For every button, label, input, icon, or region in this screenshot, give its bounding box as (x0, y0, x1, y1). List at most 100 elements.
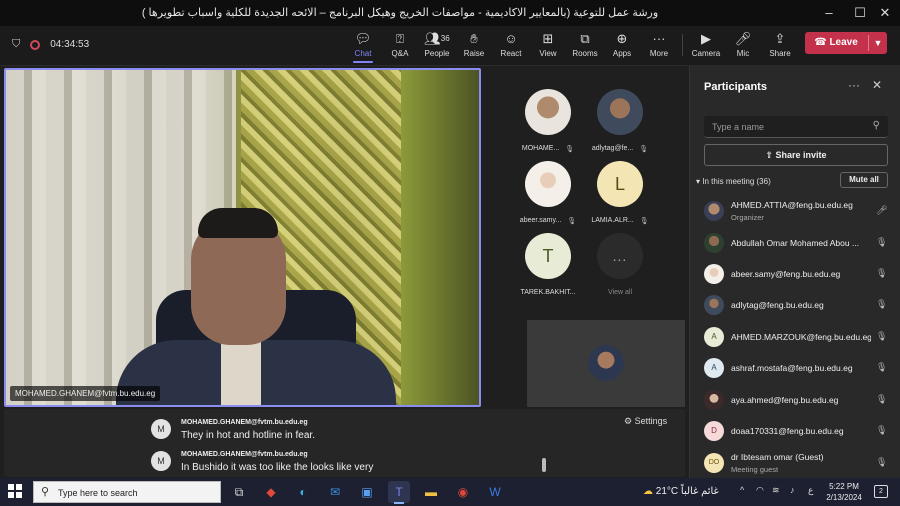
avatar (597, 89, 643, 135)
volume-icon[interactable]: ♪ (790, 485, 795, 495)
scrollbar[interactable] (542, 458, 546, 472)
chat-button[interactable]: 💬︎ Chat (345, 29, 381, 63)
avatar (525, 161, 571, 207)
participants-panel: Participants ··· ✕ ⚲ ⇪ Share invite ▾ In… (689, 66, 900, 478)
participant-row[interactable]: A AHMED.MARZOUK@feng.bu.edu.eg 🎙︎ (704, 323, 894, 351)
participant-row[interactable]: Abdullah Omar Mohamed Abou ... 🎙︎ (704, 229, 894, 257)
more-icon: ··· (652, 31, 666, 46)
weather-widget[interactable]: ☁ 21°C غائم غالباً (643, 486, 719, 497)
search-icon: ⚲ (872, 120, 880, 131)
speaker-name-label: MOHAMED.GHANEM@fvtm.bu.edu.eg (10, 386, 161, 401)
chat-icon: 💬︎ (354, 31, 372, 46)
participant-row[interactable]: abeer.samy@feng.bu.edu.eg 🎙︎ (704, 260, 894, 288)
share-button[interactable]: ⇪ Share (762, 29, 798, 58)
close-icon[interactable]: ✕ (872, 78, 882, 92)
participant-row[interactable]: AHMED.ATTIA@feng.bu.edu.eg Organizer 🎤︎ (704, 197, 894, 225)
participant-tile[interactable]: abeer.samy... 🎙︎ (518, 161, 578, 225)
share-icon: ⇪ (765, 150, 773, 160)
wifi-icon[interactable]: ≋ (772, 485, 780, 496)
mic-muted-icon: 🎙︎ (876, 268, 888, 278)
avatar (588, 345, 624, 381)
taskbar-search-input[interactable] (58, 486, 213, 500)
mic-muted-icon: 🎙︎ (876, 394, 888, 404)
mic-muted-icon: 🎙︎ (876, 299, 888, 309)
people-icon: 👥︎ (424, 31, 441, 46)
participant-row[interactable]: DO dr Ibtesam omar (Guest) Meeting guest… (704, 449, 894, 477)
task-view-icon[interactable]: ⧉ (228, 481, 250, 503)
avatar: A (704, 358, 724, 378)
view-button[interactable]: ⊞ View (530, 29, 566, 58)
react-button[interactable]: ☺ React (493, 29, 529, 58)
self-video-preview[interactable] (527, 320, 685, 407)
mic-muted-icon: 🎙︎ (639, 218, 649, 225)
store-icon[interactable]: ▣ (356, 481, 378, 503)
people-button[interactable]: 👥︎36 People (419, 29, 455, 58)
mic-muted-icon: 🎙︎ (567, 218, 577, 225)
window-title: ورشة عمل للتوعية (بالمعايير الاكاديمية -… (141, 7, 659, 19)
share-icon: ⇪ (774, 31, 786, 46)
mic-muted-icon: 🎙︎ (639, 146, 649, 153)
react-icon: ☺ (504, 31, 518, 46)
input-language[interactable]: ع (808, 485, 813, 496)
clock[interactable]: 5:22 PM 2/13/2024 (822, 481, 866, 503)
avatar: M (151, 451, 171, 471)
in-meeting-section-toggle[interactable]: ▾ In this meeting (36) (696, 177, 771, 186)
rooms-button[interactable]: ⧉ Rooms (567, 29, 603, 58)
chrome-icon[interactable]: ◉ (452, 481, 474, 503)
caption-settings-button[interactable]: ⚙ Settings (624, 416, 667, 427)
avatar (704, 264, 724, 284)
network-icon[interactable]: ◠ (756, 485, 764, 496)
avatar: A (704, 327, 724, 347)
shield-icon[interactable]: ⛉ (12, 38, 20, 51)
chevron-down-icon[interactable]: ▼ (869, 32, 887, 54)
apps-button[interactable]: ⊕ Apps (604, 29, 640, 58)
view-all-tile[interactable]: ... View all (590, 233, 650, 296)
participant-row[interactable]: aya.ahmed@feng.bu.edu.eg 🎙︎ (704, 386, 894, 414)
taskbar-search[interactable]: ⚲ (33, 481, 221, 503)
camera-button[interactable]: ▶︎ Camera (688, 29, 724, 58)
more-options-icon[interactable]: ··· (848, 78, 860, 92)
file-explorer-icon[interactable]: ▬ (420, 481, 442, 503)
word-icon[interactable]: W (484, 481, 506, 503)
app-icon-red[interactable]: ◆ (260, 481, 282, 503)
avatar (704, 390, 724, 410)
participant-tile[interactable]: T TAREK.BAKHIT... (518, 233, 578, 296)
avatar: DO (704, 453, 724, 473)
mail-icon[interactable]: ✉ (324, 481, 346, 503)
participant-row[interactable]: adlytag@feng.bu.edu.eg 🎙︎ (704, 291, 894, 319)
live-captions-panel: M MOHAMED.GHANEM@fvtm.bu.edu.eg They in … (4, 409, 685, 477)
title-bar: ورشة عمل للتوعية (بالمعايير الاكاديمية -… (0, 0, 900, 26)
search-input[interactable] (712, 120, 862, 134)
share-invite-button[interactable]: ⇪ Share invite (704, 144, 888, 166)
participant-tile[interactable]: adlytag@fe... 🎙︎ (590, 89, 650, 153)
participant-tile[interactable]: MOHAME... 🎙︎ (518, 89, 578, 153)
teams-icon[interactable]: T (388, 481, 410, 504)
chevron-up-icon[interactable]: ^ (740, 485, 744, 495)
rooms-icon: ⧉ (580, 31, 590, 46)
qa-button[interactable]: ⍰ Q&A (382, 29, 418, 58)
participant-row[interactable]: A ashraf.mostafa@feng.bu.edu.eg 🎙︎ (704, 354, 894, 382)
participant-row[interactable]: D doaa170331@feng.bu.edu.eg 🎙︎ (704, 417, 894, 445)
participant-tile[interactable]: L LAMIA.ALR... 🎙︎ (590, 161, 650, 225)
mute-all-button[interactable]: Mute all (840, 172, 888, 188)
meeting-timer: 04:34:53 (50, 39, 90, 50)
close-button[interactable]: ✕ (870, 0, 900, 26)
minimize-button[interactable]: – (814, 0, 844, 26)
leave-button[interactable]: ☎ Leave ▼ (805, 32, 887, 54)
raise-hand-button[interactable]: ✋︎ Raise (456, 29, 492, 58)
windows-taskbar: ⚲ ⧉ ◆ ◐ ✉ ▣ T ▬ ◉ W ☁ 21°C غائم غالباً ^… (0, 478, 900, 506)
notification-icon[interactable]: 2 (874, 485, 888, 498)
camera-off-icon: ▶︎ (701, 31, 711, 46)
panel-title: Participants (704, 81, 767, 93)
main-video-feed[interactable]: MOHAMED.GHANEM@fvtm.bu.edu.eg (4, 68, 481, 407)
windows-start-icon[interactable] (8, 484, 22, 498)
mic-icon: 🎤︎ (876, 205, 888, 215)
mic-button[interactable]: 🎤︎ Mic (725, 29, 761, 58)
people-count: 36 (440, 34, 450, 43)
edge-icon[interactable]: ◐ (292, 481, 314, 503)
mic-muted-icon: 🎙︎ (876, 331, 888, 341)
more-button[interactable]: ··· More (641, 29, 677, 58)
avatar: L (597, 161, 643, 207)
participant-search[interactable]: ⚲ (704, 116, 888, 138)
mic-muted-icon: 🎙︎ (876, 362, 888, 372)
